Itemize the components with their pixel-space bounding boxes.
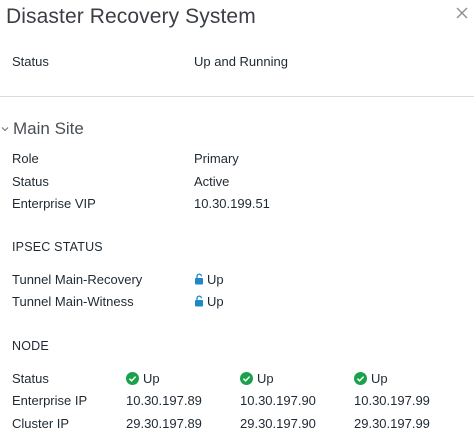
close-button[interactable] <box>452 3 472 23</box>
tunnel-status-text: Up <box>207 294 224 309</box>
close-icon <box>456 7 468 19</box>
site-status-label: Status <box>12 174 49 189</box>
tunnel-status-text: Up <box>207 272 224 287</box>
check-circle-icon <box>240 372 253 385</box>
chevron-down-icon <box>1 127 9 132</box>
site-status-value: Active <box>194 174 230 189</box>
check-circle-icon <box>126 372 139 385</box>
enterprise-vip-label: Enterprise VIP <box>12 196 96 211</box>
tunnel-status: Up <box>194 294 224 310</box>
node-enterprise-ip: 10.30.197.90 <box>240 393 316 408</box>
check-circle-icon <box>354 372 367 385</box>
unlock-icon <box>195 273 203 285</box>
enterprise-vip-value: 10.30.199.51 <box>194 196 270 211</box>
main-site-title: Main Site <box>13 119 84 138</box>
system-status-label: Status <box>12 54 49 69</box>
node-cluster-ip-label: Cluster IP <box>12 416 70 431</box>
node-status-text: Up <box>371 371 388 386</box>
ipsec-status-heading: IPSEC STATUS <box>12 240 103 254</box>
node-status: Up <box>354 371 388 387</box>
main-site-section-toggle[interactable]: Main Site <box>0 118 84 140</box>
node-status: Up <box>240 371 274 387</box>
node-cluster-ip: 29.30.197.90 <box>240 416 316 431</box>
tunnel-label: Tunnel Main-Witness <box>12 294 134 309</box>
role-label: Role <box>12 151 39 166</box>
node-status: Up <box>126 371 160 387</box>
dialog-title: Disaster Recovery System <box>6 5 256 28</box>
node-enterprise-ip: 10.30.197.89 <box>126 393 202 408</box>
node-status-text: Up <box>143 371 160 386</box>
node-status-label: Status <box>12 371 49 386</box>
unlock-icon <box>195 295 203 307</box>
node-enterprise-ip-label: Enterprise IP <box>12 393 88 408</box>
node-cluster-ip: 29.30.197.99 <box>354 416 430 431</box>
node-heading: NODE <box>12 339 49 353</box>
system-status-value: Up and Running <box>194 54 288 69</box>
tunnel-status: Up <box>194 272 224 288</box>
tunnel-label: Tunnel Main-Recovery <box>12 272 143 287</box>
node-cluster-ip: 29.30.197.89 <box>126 416 202 431</box>
node-enterprise-ip: 10.30.197.99 <box>354 393 430 408</box>
divider <box>0 96 474 97</box>
role-value: Primary <box>194 151 239 166</box>
node-status-text: Up <box>257 371 274 386</box>
